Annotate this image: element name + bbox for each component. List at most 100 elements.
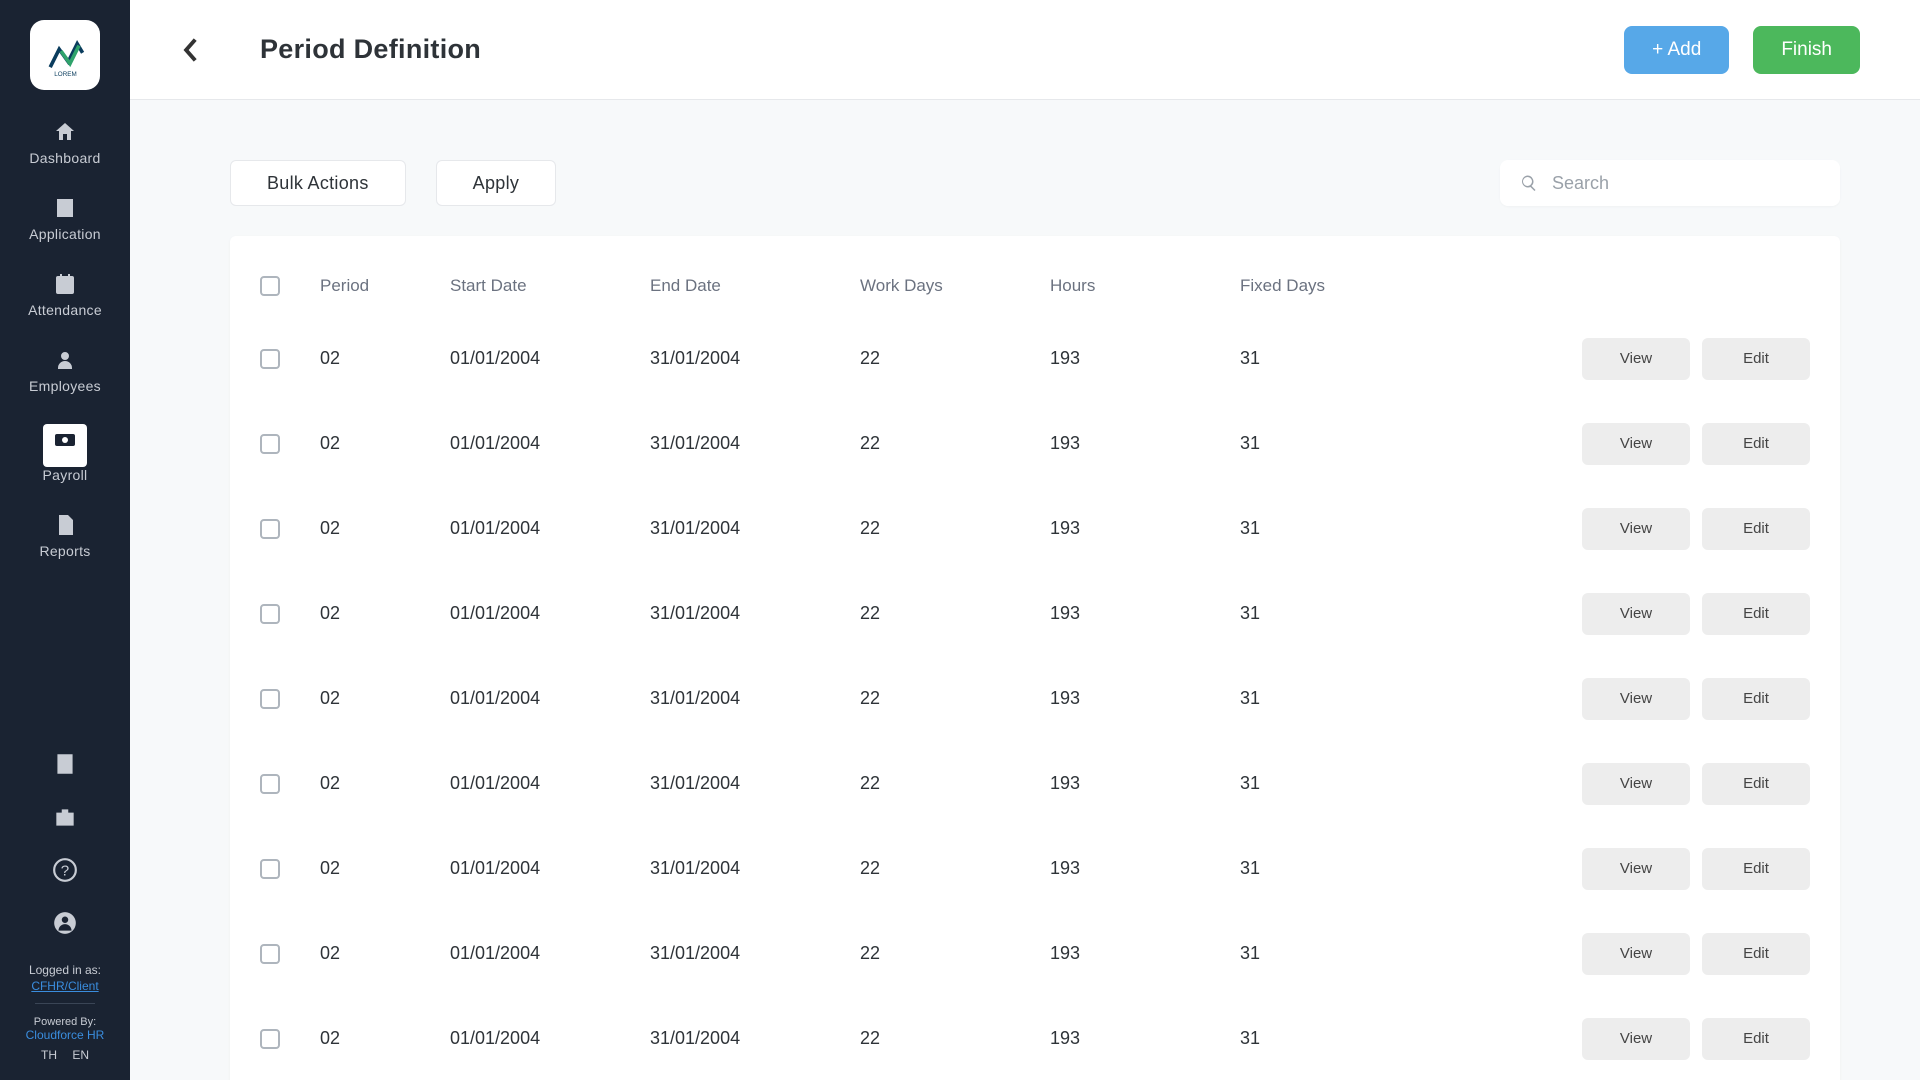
view-button[interactable]: View (1582, 1018, 1690, 1060)
cell-start-date: 01/01/2004 (450, 433, 650, 454)
sidebar-item-label: Reports (39, 543, 90, 559)
sidebar-item-label: Payroll (43, 467, 88, 483)
cell-period: 02 (320, 518, 450, 539)
lang-th[interactable]: TH (41, 1048, 57, 1062)
view-button[interactable]: View (1582, 593, 1690, 635)
cell-hours: 193 (1050, 943, 1240, 964)
briefcase-icon (52, 804, 78, 830)
cell-end-date: 31/01/2004 (650, 858, 860, 879)
sidebar-item-reports[interactable]: Reports (0, 513, 130, 559)
search-input[interactable] (1552, 173, 1820, 194)
apply-button[interactable]: Apply (436, 160, 557, 206)
table-card: Period Start Date End Date Work Days Hou… (230, 236, 1840, 1080)
sidebar-item-application[interactable]: Application (0, 196, 130, 242)
sidebar-bottom: ? Logged in as: CFHR/Client Powered By: … (0, 751, 130, 1080)
topbar: Period Definition + Add Finish (130, 0, 1920, 100)
edit-button[interactable]: Edit (1702, 763, 1810, 805)
client-link[interactable]: CFHR/Client (26, 979, 105, 993)
cell-period: 02 (320, 603, 450, 624)
divider (35, 1003, 95, 1004)
cell-period: 02 (320, 348, 450, 369)
sidebar-item-employees[interactable]: Employees (0, 348, 130, 394)
logo-icon: LOREM (43, 33, 88, 78)
cell-fixed-days: 31 (1240, 433, 1470, 454)
row-checkbox[interactable] (260, 944, 280, 964)
table-row: 0201/01/200431/01/20042219331ViewEdit (260, 996, 1810, 1080)
page-title: Period Definition (260, 34, 481, 65)
cell-end-date: 31/01/2004 (650, 433, 860, 454)
svg-text:LOREM: LOREM (54, 71, 76, 78)
logo: LOREM (30, 20, 100, 90)
edit-button[interactable]: Edit (1702, 593, 1810, 635)
view-button[interactable]: View (1582, 933, 1690, 975)
row-checkbox[interactable] (260, 859, 280, 879)
table-header-row: Period Start Date End Date Work Days Hou… (260, 256, 1810, 316)
sidebar-item-dashboard[interactable]: Dashboard (0, 120, 130, 166)
edit-button[interactable]: Edit (1702, 1018, 1810, 1060)
cell-start-date: 01/01/2004 (450, 1028, 650, 1049)
cell-hours: 193 (1050, 1028, 1240, 1049)
row-checkbox[interactable] (260, 689, 280, 709)
cell-start-date: 01/01/2004 (450, 773, 650, 794)
help-icon: ? (52, 857, 78, 883)
sidebar-item-account[interactable] (52, 910, 78, 941)
bulk-actions-button[interactable]: Bulk Actions (230, 160, 406, 206)
row-checkbox[interactable] (260, 434, 280, 454)
table-row: 0201/01/200431/01/20042219331ViewEdit (260, 486, 1810, 571)
lang-en[interactable]: EN (72, 1048, 89, 1062)
th-end-date: End Date (650, 276, 860, 296)
row-checkbox[interactable] (260, 519, 280, 539)
edit-button[interactable]: Edit (1702, 338, 1810, 380)
row-checkbox[interactable] (260, 604, 280, 624)
select-all-checkbox[interactable] (260, 276, 280, 296)
application-icon (53, 196, 77, 220)
powered-by-link[interactable]: Cloudforce HR (26, 1028, 105, 1042)
chevron-left-icon (181, 37, 199, 63)
add-button[interactable]: + Add (1624, 26, 1729, 74)
cell-period: 02 (320, 1028, 450, 1049)
report-icon (53, 513, 77, 537)
edit-button[interactable]: Edit (1702, 423, 1810, 465)
money-icon (53, 428, 77, 452)
view-button[interactable]: View (1582, 678, 1690, 720)
table-row: 0201/01/200431/01/20042219331ViewEdit (260, 656, 1810, 741)
cell-fixed-days: 31 (1240, 773, 1470, 794)
view-button[interactable]: View (1582, 508, 1690, 550)
sidebar-item-briefcase[interactable] (52, 804, 78, 835)
back-button[interactable] (170, 30, 210, 70)
sidebar-item-tasks[interactable] (52, 751, 78, 782)
cell-work-days: 22 (860, 943, 1050, 964)
edit-button[interactable]: Edit (1702, 678, 1810, 720)
sidebar-item-payroll[interactable]: Payroll (0, 424, 130, 483)
cell-hours: 193 (1050, 348, 1240, 369)
svg-text:?: ? (61, 862, 69, 879)
row-checkbox[interactable] (260, 1029, 280, 1049)
cell-work-days: 22 (860, 858, 1050, 879)
edit-button[interactable]: Edit (1702, 933, 1810, 975)
search-icon (1520, 174, 1538, 192)
sidebar-item-label: Attendance (28, 302, 102, 318)
cell-hours: 193 (1050, 773, 1240, 794)
sidebar-item-help[interactable]: ? (52, 857, 78, 888)
finish-button[interactable]: Finish (1753, 26, 1860, 74)
home-icon (53, 120, 77, 144)
row-checkbox[interactable] (260, 349, 280, 369)
edit-button[interactable]: Edit (1702, 508, 1810, 550)
cell-fixed-days: 31 (1240, 688, 1470, 709)
powered-label: Powered By: (34, 1016, 96, 1028)
view-button[interactable]: View (1582, 763, 1690, 805)
sidebar: LOREM Dashboard Application Attendance E… (0, 0, 130, 1080)
cell-fixed-days: 31 (1240, 518, 1470, 539)
cell-work-days: 22 (860, 348, 1050, 369)
sidebar-item-attendance[interactable]: Attendance (0, 272, 130, 318)
edit-button[interactable]: Edit (1702, 848, 1810, 890)
view-button[interactable]: View (1582, 338, 1690, 380)
view-button[interactable]: View (1582, 423, 1690, 465)
cell-end-date: 31/01/2004 (650, 1028, 860, 1049)
cell-period: 02 (320, 433, 450, 454)
row-checkbox[interactable] (260, 774, 280, 794)
cell-period: 02 (320, 943, 450, 964)
view-button[interactable]: View (1582, 848, 1690, 890)
cell-end-date: 31/01/2004 (650, 518, 860, 539)
cell-period: 02 (320, 858, 450, 879)
